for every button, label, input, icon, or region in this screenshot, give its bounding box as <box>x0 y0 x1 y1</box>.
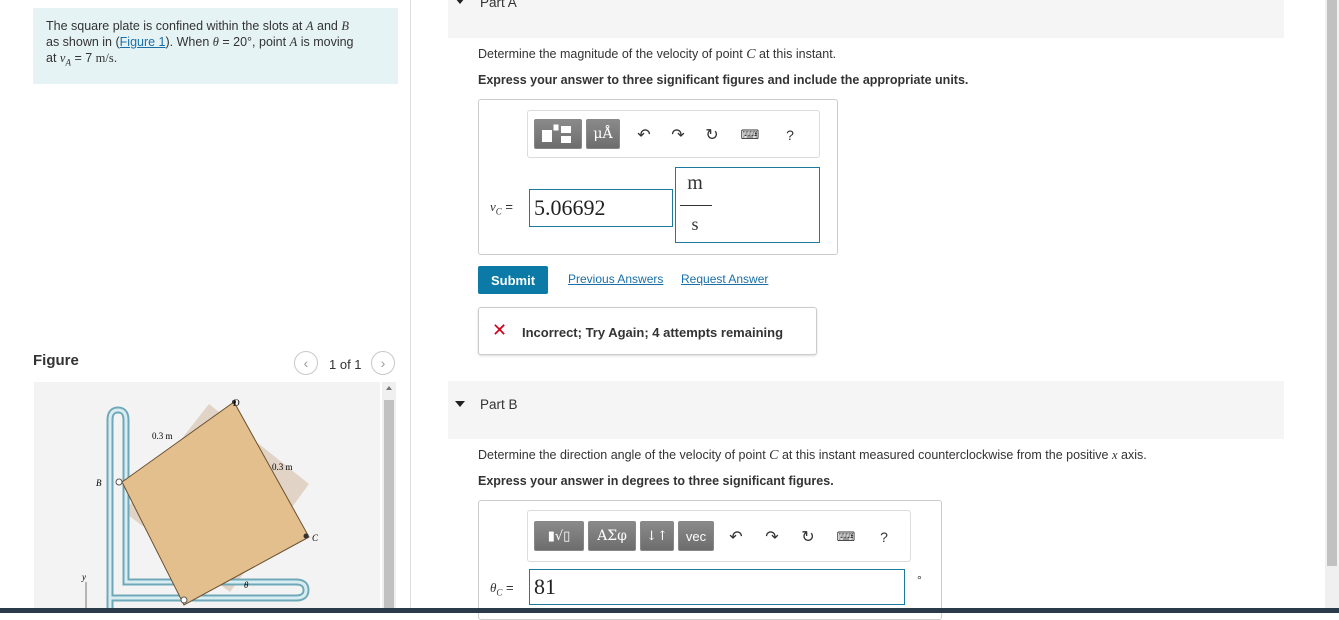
dimension-label-1: 0.3 m <box>152 431 173 441</box>
part-a-title: Part A <box>480 0 517 10</box>
chevron-left-icon: ‹ <box>303 355 309 371</box>
help-button[interactable]: ? <box>874 527 894 547</box>
unit-fraction-bar <box>680 205 712 206</box>
point-C <box>303 533 309 539</box>
greek-button[interactable]: ΑΣφ <box>588 521 636 551</box>
sqrt-template-button[interactable]: ▮√▯ <box>534 521 584 551</box>
problem-statement: The square plate is confined within the … <box>33 8 398 84</box>
label-C: C <box>312 533 319 543</box>
part-a-question: Determine the magnitude of the velocity … <box>478 47 837 62</box>
template-icon <box>542 124 571 143</box>
part-b-variable-label: θC = <box>490 580 514 598</box>
problem-line-2: as shown in (Figure 1). When θ = 20°, po… <box>46 35 354 49</box>
part-b-header[interactable]: Part B <box>448 381 1284 439</box>
part-a-toolbar: μÅ ↶ ↷ ↻ ⌨ ? <box>527 110 820 158</box>
part-a-value-input[interactable]: 5.06692 <box>529 189 673 227</box>
vec-button[interactable]: vec <box>678 521 714 551</box>
figure-next-button[interactable]: › <box>371 351 395 375</box>
figure-scrollbar-thumb[interactable] <box>384 400 394 613</box>
feedback-text: Incorrect; Try Again; 4 attempts remaini… <box>522 325 784 340</box>
undo-icon[interactable]: ↶ <box>634 125 654 145</box>
undo-icon[interactable]: ↶ <box>726 527 746 547</box>
previous-answers-link[interactable]: Previous Answers <box>568 272 663 286</box>
part-b-value-input[interactable]: 81 <box>529 569 905 605</box>
label-theta: θ <box>244 580 249 590</box>
column-divider <box>410 0 411 613</box>
square-plate <box>121 401 310 606</box>
template-button[interactable] <box>534 119 582 149</box>
part-a-instruction: Express your answer to three significant… <box>478 73 969 87</box>
label-D: D <box>232 398 240 408</box>
part-b-title: Part B <box>480 397 518 412</box>
figure-image: D B C θ y 0.3 m 0.3 m <box>34 382 380 613</box>
figure-link[interactable]: Figure 1 <box>120 35 166 49</box>
collapse-caret-icon <box>455 401 465 407</box>
sqrt-template-icon: ▮√▯ <box>547 528 571 544</box>
part-b-toolbar: ▮√▯ ΑΣφ ↓↑ vec ↶ ↷ ↻ ⌨ ? <box>527 510 911 562</box>
page-scrollbar-thumb[interactable] <box>1327 0 1337 566</box>
figure-heading: Figure <box>33 352 79 369</box>
label-B: B <box>96 478 102 488</box>
keyboard-icon[interactable]: ⌨ <box>836 527 856 547</box>
unit-numerator: m <box>687 172 703 194</box>
problem-line-1: The square plate is confined within the … <box>46 19 349 33</box>
chevron-right-icon: › <box>380 355 386 371</box>
redo-icon[interactable]: ↷ <box>762 527 782 547</box>
scroll-up-arrow-icon[interactable] <box>386 386 392 390</box>
plate-diagram: D B C θ y 0.3 m 0.3 m <box>81 398 319 613</box>
bottom-bar <box>0 608 1339 613</box>
reset-icon[interactable]: ↻ <box>702 125 722 145</box>
keyboard-icon[interactable]: ⌨ <box>740 125 760 145</box>
part-a-variable-label: vC = <box>490 199 514 217</box>
help-button[interactable]: ? <box>780 125 800 145</box>
arrows-button[interactable]: ↓↑ <box>640 521 674 551</box>
part-a-answer-box: μÅ ↶ ↷ ↻ ⌨ ? vC = 5.06692 m s <box>478 99 838 255</box>
part-a-unit-input[interactable]: m s <box>675 167 820 243</box>
redo-icon[interactable]: ↷ <box>668 125 688 145</box>
part-b-answer-box: ▮√▯ ΑΣφ ↓↑ vec ↶ ↷ ↻ ⌨ ? θC = 81 ° <box>478 500 942 620</box>
collapse-caret-icon <box>455 0 465 4</box>
reset-icon[interactable]: ↻ <box>798 527 818 547</box>
degree-unit: ° <box>917 573 922 587</box>
problem-line-3: at vA = 7 m/s. <box>46 51 118 68</box>
part-b-question: Determine the direction angle of the vel… <box>478 448 1147 463</box>
part-b-instruction: Express your answer in degrees to three … <box>478 474 834 488</box>
units-button[interactable]: μÅ <box>586 119 620 149</box>
figure-prev-button[interactable]: ‹ <box>294 351 318 375</box>
feedback-message: ✕ Incorrect; Try Again; 4 attempts remai… <box>478 307 817 355</box>
pin-A <box>180 596 188 604</box>
pin-B <box>115 478 123 486</box>
label-y: y <box>81 572 86 582</box>
figure-count: 1 of 1 <box>329 357 362 372</box>
unit-denominator: s <box>691 214 699 234</box>
dimension-label-2: 0.3 m <box>272 462 293 472</box>
request-answer-link[interactable]: Request Answer <box>681 272 768 286</box>
x-icon: ✕ <box>492 320 508 340</box>
part-a-header[interactable]: Part A <box>448 0 1284 38</box>
submit-button[interactable]: Submit <box>478 266 548 294</box>
